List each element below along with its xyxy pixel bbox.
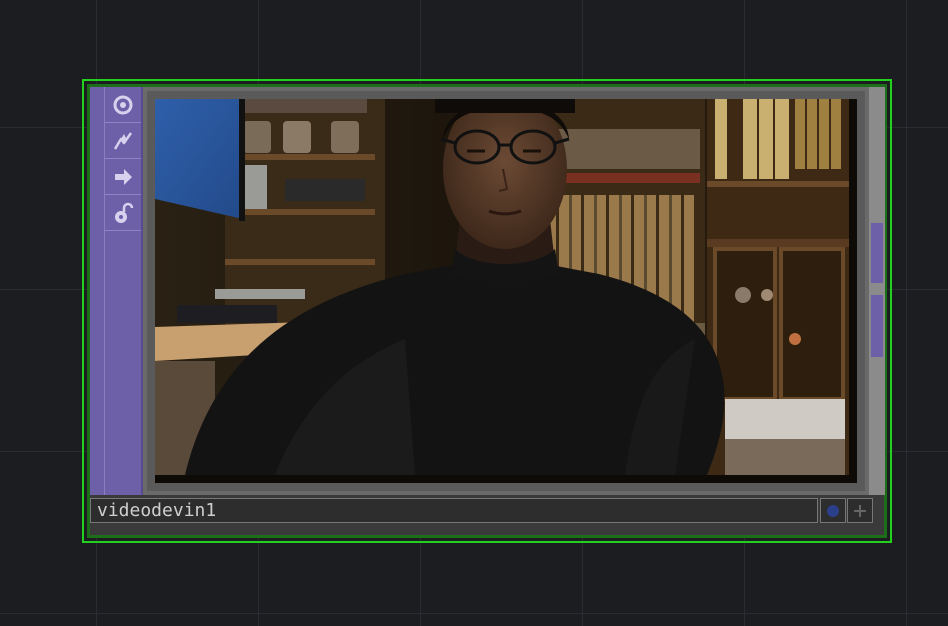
- webcam-frame-image: [155, 99, 849, 475]
- cook-icon[interactable]: [105, 123, 141, 159]
- video-preview[interactable]: [155, 99, 857, 483]
- bypass-arrow-icon[interactable]: [105, 159, 141, 195]
- node-flag-column: [105, 87, 143, 495]
- output-connector-top[interactable]: [871, 223, 883, 283]
- right-connector-strip[interactable]: [869, 87, 885, 495]
- node-viewer-frame: [143, 87, 869, 495]
- node-input-strip[interactable]: [90, 87, 105, 495]
- video-device-in-node[interactable]: videodevin1: [87, 84, 887, 538]
- node-selection-outline[interactable]: videodevin1: [82, 79, 892, 543]
- display-flag-icon[interactable]: [820, 498, 846, 523]
- output-connector-bottom[interactable]: [871, 295, 883, 357]
- node-name-label[interactable]: videodevin1: [90, 498, 818, 523]
- viewer-active-icon[interactable]: [105, 87, 141, 123]
- lock-icon[interactable]: [105, 195, 141, 231]
- add-icon[interactable]: [847, 498, 873, 523]
